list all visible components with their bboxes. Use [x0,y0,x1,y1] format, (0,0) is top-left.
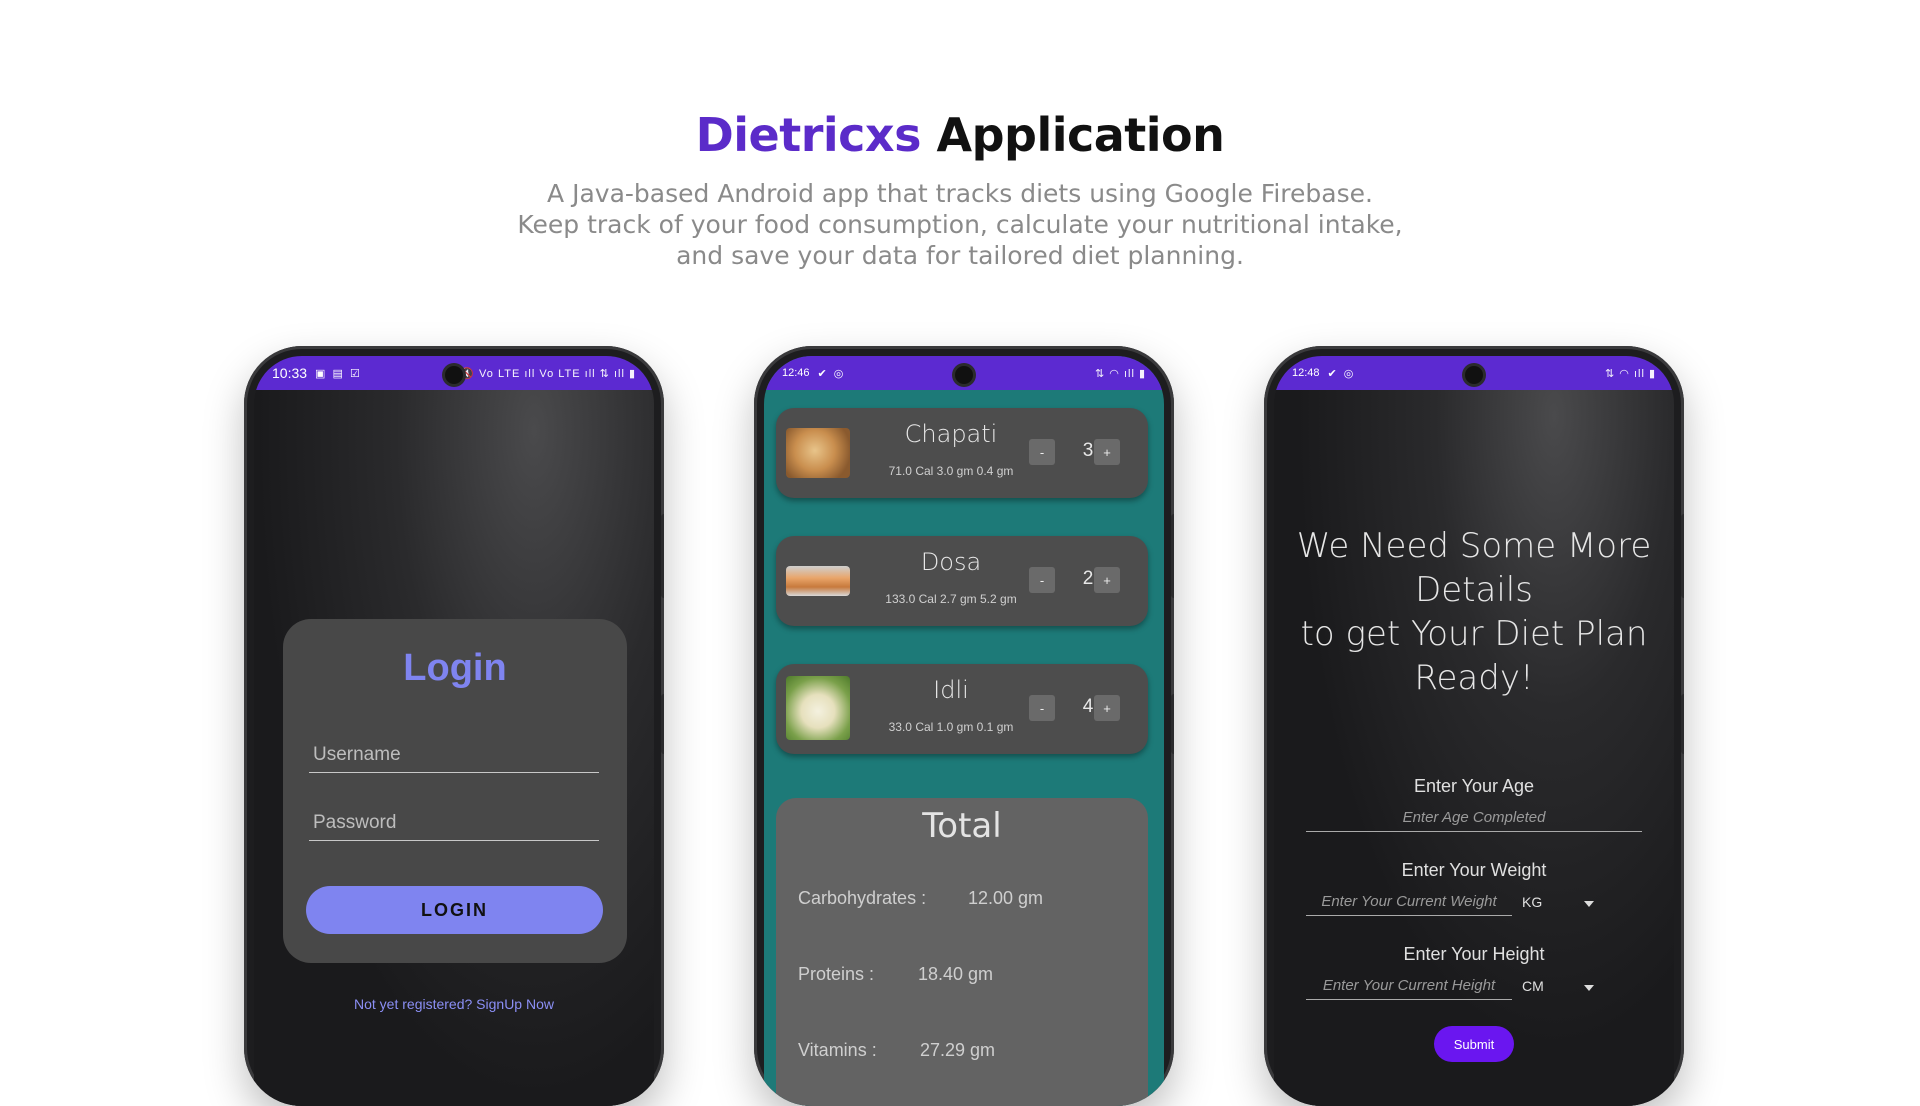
increase-button[interactable]: + [1094,567,1120,593]
subtitle-line: A Java-based Android app that tracks die… [547,179,1373,208]
signal-icons: 🔇 Vo LTE ıll Vo LTE ıll ⇅ ıll ▮ [460,367,636,380]
total-card: Total Carbohydrates : 12.00 gm Proteins … [776,798,1148,1106]
volume-button [1171,514,1174,598]
increase-button[interactable]: + [1094,695,1120,721]
power-button [1171,694,1174,754]
increase-button[interactable]: + [1094,439,1120,465]
title-rest: Application [936,108,1225,162]
camera-icon [955,366,973,384]
signal-icons: ⇅ ◠ ıll ▮ [1605,367,1656,380]
decrease-button[interactable]: - [1029,567,1055,593]
form-headline: We Need Some More Details to get Your Di… [1274,524,1674,700]
food-nutrition: 71.0 Cal 3.0 gm 0.4 gm [888,464,1014,478]
age-label: Enter Your Age [1413,776,1535,796]
signal-icons: ⇅ ◠ ıll ▮ [1095,367,1146,380]
proteins-value: 18.40 gm [918,964,994,984]
food-item-idli: Idli 33.0 Cal 1.0 gm 0.1 gm - 4 + [776,664,1148,754]
height-label: Enter Your Height [1403,944,1545,964]
password-input[interactable] [309,805,599,841]
page-subtitle: A Java-based Android app that tracks die… [0,178,1920,271]
decrease-button[interactable]: - [1029,695,1055,721]
submit-button[interactable]: Submit [1434,1026,1514,1062]
status-time: 12:48 [1292,367,1320,379]
login-button[interactable]: LOGIN [306,886,603,934]
login-card: Login LOGIN [283,619,627,963]
food-nutrition: 33.0 Cal 1.0 gm 0.1 gm [888,720,1014,734]
volume-button [1681,514,1684,598]
page-title: Dietricxs Application [0,108,1920,162]
total-title: Total [922,806,1002,846]
proteins-label: Proteins : [798,964,875,984]
weight-label: Enter Your Weight [1401,860,1547,880]
status-time: 10:33 [272,365,308,381]
subtitle-line: Keep track of your food consumption, cal… [517,210,1403,239]
signup-link[interactable]: Not yet registered? SignUp Now [254,996,654,1012]
carbs-value: 12.00 gm [968,888,1044,908]
weight-unit-select[interactable]: KG [1522,894,1542,910]
camera-icon [445,366,463,384]
camera-icon [1465,366,1483,384]
vitamins-value: 27.29 gm [920,1040,996,1060]
phone-food-tracker: 12:46 ✔ ◎ ⇅ ◠ ıll ▮ Chapati 71.0 Cal 3.0… [754,346,1174,1106]
login-screen: 10:33 ▣ ▤ ☑ 🔇 Vo LTE ıll Vo LTE ıll ⇅ ıl… [254,356,654,1106]
food-item-chapati: Chapati 71.0 Cal 3.0 gm 0.4 gm - 3 + [776,408,1148,498]
power-button [1681,694,1684,754]
carbs-label: Carbohydrates : [798,888,927,908]
food-nutrition: 133.0 Cal 2.7 gm 5.2 gm [885,592,1017,606]
notification-icons: ✔ ◎ [817,367,846,380]
phone-details-form: 12:48 ✔ ◎ ⇅ ◠ ıll ▮ We Need Some More De… [1264,346,1684,1106]
headline-line: We Need Some More Details [1296,526,1652,610]
chevron-down-icon[interactable] [1584,985,1594,991]
height-unit-select[interactable]: CM [1522,978,1544,994]
headline-line: to get Your Diet Plan Ready! [1300,614,1648,698]
chevron-down-icon[interactable] [1584,901,1594,907]
notification-icons: ✔ ◎ [1327,367,1356,380]
notification-icons: ▣ ▤ ☑ [315,367,362,380]
brand-name: Dietricxs [695,108,922,162]
power-button [661,694,664,754]
age-input[interactable] [1306,804,1642,832]
decrease-button[interactable]: - [1029,439,1055,465]
height-input[interactable] [1306,972,1512,1000]
food-screen: 12:46 ✔ ◎ ⇅ ◠ ıll ▮ Chapati 71.0 Cal 3.0… [764,356,1164,1106]
food-name: Chapati [904,420,998,448]
details-screen: 12:48 ✔ ◎ ⇅ ◠ ıll ▮ We Need Some More De… [1274,356,1674,1106]
weight-input[interactable] [1306,888,1512,916]
food-item-dosa: Dosa 133.0 Cal 2.7 gm 5.2 gm - 2 + [776,536,1148,626]
phone-login: 10:33 ▣ ▤ ☑ 🔇 Vo LTE ıll Vo LTE ıll ⇅ ıl… [244,346,664,1106]
volume-button [661,514,664,598]
login-heading: Login [403,647,507,689]
username-input[interactable] [309,737,599,773]
subtitle-line: and save your data for tailored diet pla… [676,241,1244,270]
dosa-image [786,566,850,596]
idli-image [786,676,850,740]
status-time: 12:46 [782,367,810,379]
food-name: Idli [933,676,969,704]
vitamins-label: Vitamins : [798,1040,877,1060]
chapati-image [786,428,850,478]
food-name: Dosa [920,548,982,576]
